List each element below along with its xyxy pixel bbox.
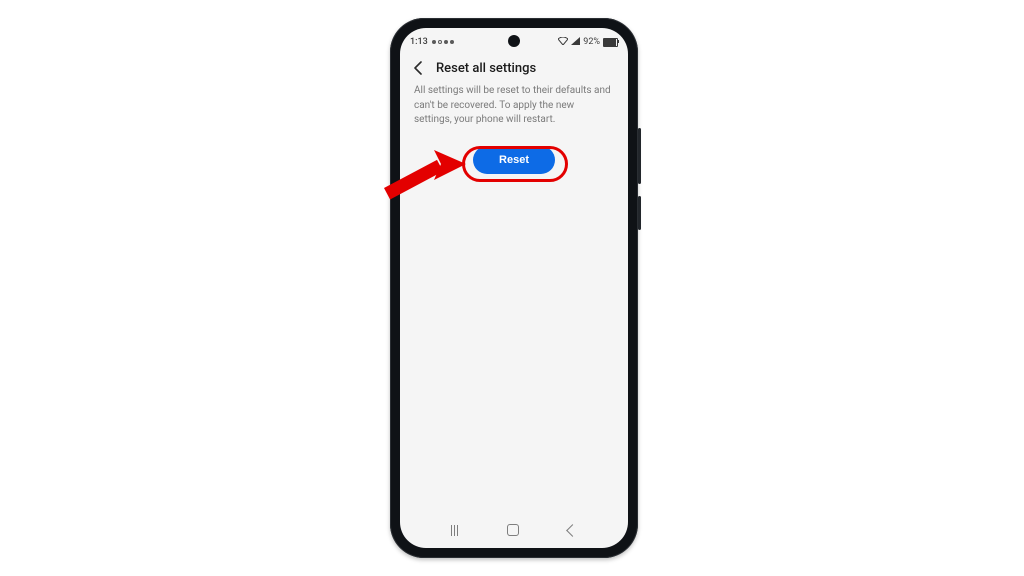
status-clock: 1:13: [410, 37, 428, 47]
status-ring-icon: [438, 40, 442, 44]
reset-button-row: Reset: [400, 146, 628, 174]
wifi-icon: [558, 37, 568, 48]
nav-recents-icon[interactable]: [451, 525, 458, 536]
power-button: [638, 196, 641, 230]
nav-back-icon[interactable]: [566, 524, 579, 537]
status-bar-right: 92%: [558, 37, 618, 48]
status-dot-icon: [444, 40, 448, 44]
page-title: Reset all settings: [436, 61, 536, 76]
battery-icon: [603, 38, 618, 47]
volume-button: [638, 128, 641, 184]
reset-button[interactable]: Reset: [473, 146, 555, 174]
status-dot-icon: [432, 40, 436, 44]
description-text: All settings will be reset to their defa…: [400, 84, 628, 128]
signal-icon: [571, 37, 580, 48]
status-notification-icons: [432, 40, 454, 44]
phone-frame: 1:13 92%: [390, 18, 638, 558]
phone-screen: 1:13 92%: [400, 28, 628, 548]
navigation-bar: [400, 514, 628, 548]
back-icon[interactable]: [410, 60, 426, 76]
status-bar-left: 1:13: [410, 37, 454, 47]
status-dot-icon: [450, 40, 454, 44]
camera-notch: [508, 35, 520, 47]
stage: 1:13 92%: [0, 0, 1024, 576]
nav-home-icon[interactable]: [507, 524, 519, 536]
app-bar: Reset all settings: [400, 54, 628, 84]
battery-percent: 92%: [583, 37, 600, 47]
